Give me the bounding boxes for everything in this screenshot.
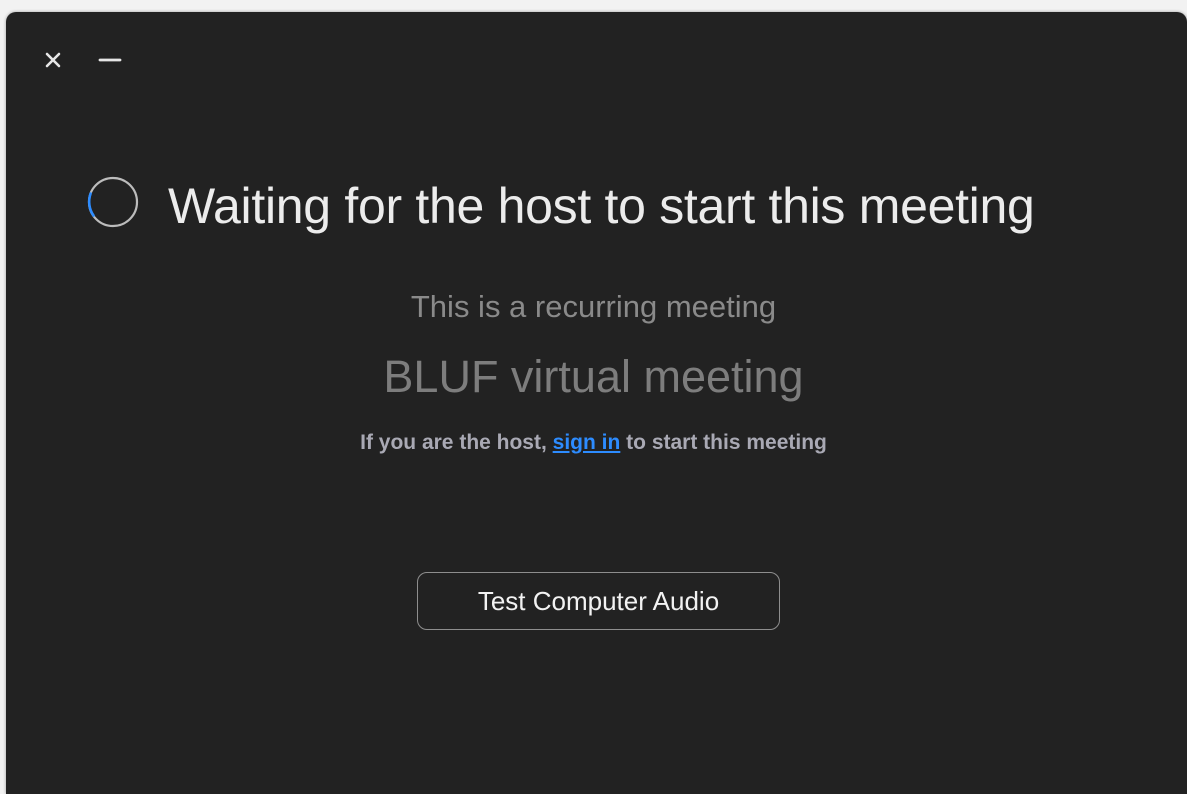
sign-in-link[interactable]: sign in xyxy=(553,431,621,454)
minimize-icon xyxy=(97,51,123,69)
test-computer-audio-button[interactable]: Test Computer Audio xyxy=(417,572,780,630)
host-prompt-prefix: If you are the host, xyxy=(360,431,553,454)
host-prompt-suffix: to start this meeting xyxy=(620,431,827,454)
recurring-meeting-label: This is a recurring meeting xyxy=(410,289,777,324)
loading-spinner-icon xyxy=(85,174,141,230)
close-icon xyxy=(44,51,62,69)
waiting-headline: Waiting for the host to start this meeti… xyxy=(168,178,1035,234)
close-button[interactable] xyxy=(40,47,66,73)
minimize-button[interactable] xyxy=(97,47,123,73)
host-sign-in-prompt: If you are the host, sign in to start th… xyxy=(0,430,1187,456)
meeting-title: BLUF virtual meeting xyxy=(383,351,804,402)
